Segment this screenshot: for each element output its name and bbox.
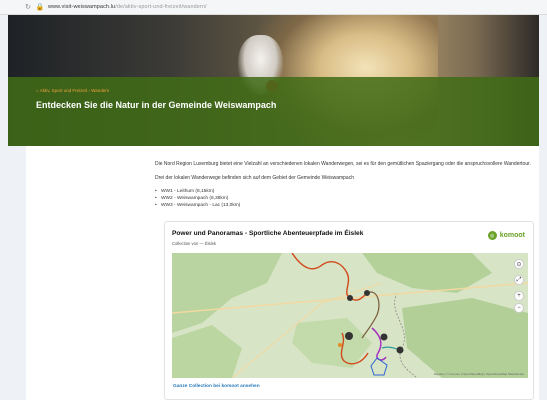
map-graphic	[172, 253, 528, 378]
collection-title: Power und Panoramas - Sportliche Abenteu…	[172, 230, 364, 237]
list-item: WW2 - Weiswampach (6,38km)	[155, 195, 535, 202]
browser-url-bar[interactable]: ↻ 🔒 www.visit-weiswampach.lu/de/aktiv-sp…	[0, 0, 547, 15]
komoot-logo[interactable]: ◎ komoot	[487, 231, 525, 240]
zoom-out-button[interactable]: −	[514, 303, 524, 313]
left-gutter	[8, 146, 26, 400]
list-item: WW3 - Weiswampach - Lac (13,0km)	[155, 202, 535, 209]
list-item: WW1 - Leithum (8,15km)	[155, 188, 535, 195]
lock-icon: 🔒	[35, 4, 45, 11]
zoom-in-button[interactable]: +	[514, 291, 524, 301]
intro-paragraph: Die Nord Region Luxemburg bietet eine Vi…	[155, 161, 531, 167]
url-text[interactable]: www.visit-weiswampach.lu/de/aktiv-sport-…	[48, 4, 207, 10]
breadcrumb[interactable]: ⌂ Aktiv, Sport und Freizeit › Wandern	[36, 88, 109, 93]
collection-subtitle: Collection von — Éislek	[172, 241, 216, 246]
map-attribution: Mapbox | © komoot | OpenStreetMap | Open…	[433, 372, 524, 376]
trail-list: WW1 - Leithum (8,15km) WW2 - Weiswampach…	[155, 188, 535, 209]
article-body: Die Nord Region Luxemburg bietet eine Vi…	[155, 160, 535, 217]
map-fullscreen-button[interactable]: ⤢	[514, 275, 524, 285]
komoot-embed: Power und Panoramas - Sportliche Abenteu…	[164, 221, 534, 400]
page-title: Entdecken Sie die Natur in der Gemeinde …	[36, 100, 277, 110]
map-compass-button[interactable]: ⊙	[514, 259, 524, 269]
komoot-collection-link[interactable]: Ganze Collection bei komoot ansehen	[173, 384, 260, 389]
trails-intro: Drei der lokalen Wanderwege befinden sic…	[155, 175, 354, 181]
komoot-brand-name: komoot	[499, 232, 525, 239]
hero-banner: ⌂ Aktiv, Sport und Freizeit › Wandern En…	[8, 15, 539, 146]
trail-map[interactable]: ⊙ ⤢ + − Mapbox | © komoot | OpenStreetMa…	[172, 253, 528, 378]
komoot-logo-icon: ◎	[487, 231, 497, 240]
reload-icon[interactable]: ↻	[24, 3, 32, 11]
